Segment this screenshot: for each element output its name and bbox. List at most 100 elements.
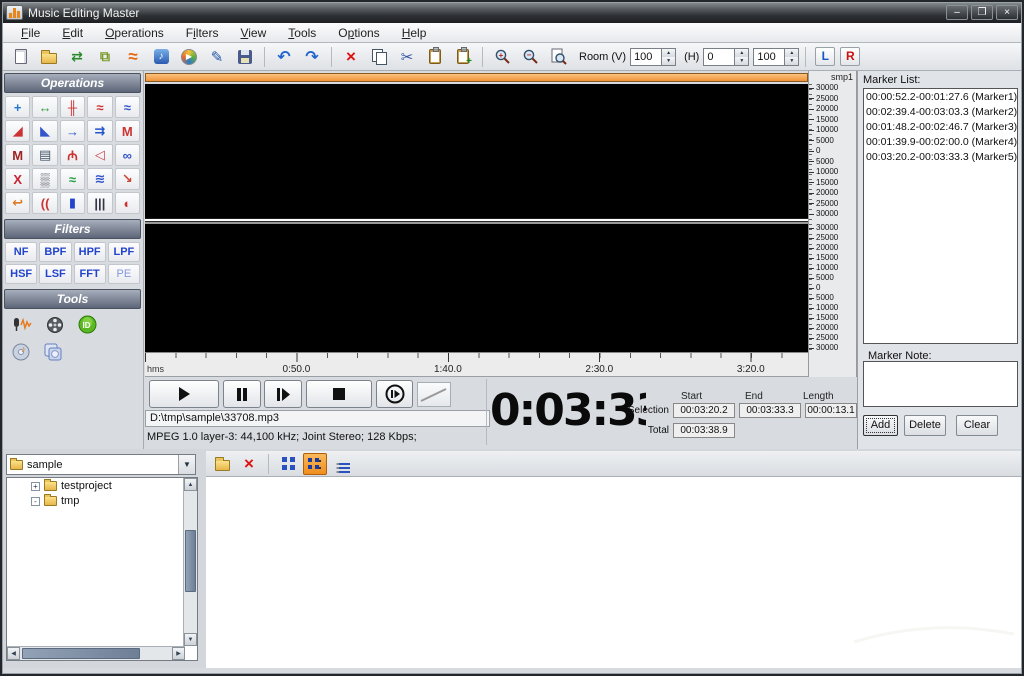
- operation-button-23[interactable]: ▮: [60, 192, 85, 214]
- play-pause-button[interactable]: [264, 380, 302, 408]
- operation-button-13[interactable]: ₼: [60, 144, 85, 166]
- marker-list-item[interactable]: 00:01:39.9-00:02:00.0 (Marker4): [864, 134, 1017, 149]
- marker-clear-button[interactable]: Clear: [956, 415, 998, 436]
- operation-button-14[interactable]: ◁: [87, 144, 112, 166]
- operation-button-16[interactable]: X: [5, 168, 30, 190]
- marker-note-input[interactable]: [863, 361, 1018, 407]
- audio-cd-tool-icon[interactable]: ♪: [12, 343, 30, 364]
- room-h-input[interactable]: 0: [703, 48, 735, 66]
- paste-insert-button[interactable]: +: [450, 45, 476, 69]
- marker-delete-button[interactable]: Delete: [904, 415, 946, 436]
- operation-button-7[interactable]: ◣: [32, 120, 57, 142]
- scroll-right-arrow[interactable]: ▶: [172, 647, 185, 660]
- operation-button-5[interactable]: ≈: [115, 96, 140, 118]
- record-tool-icon[interactable]: [12, 316, 32, 337]
- menu-filters[interactable]: Filters: [175, 24, 230, 42]
- marker-list[interactable]: 00:00:52.2-00:01:27.6 (Marker1)00:02:39.…: [863, 88, 1018, 344]
- id3-tool-icon[interactable]: ID: [78, 315, 97, 337]
- stop-button[interactable]: [306, 380, 372, 408]
- menu-view[interactable]: View: [229, 24, 277, 42]
- operation-button-4[interactable]: ≈: [87, 96, 112, 118]
- undo-button[interactable]: ↶: [271, 45, 297, 69]
- tree-item[interactable]: -tmp: [9, 494, 182, 509]
- scroll-up-arrow[interactable]: ▲: [184, 478, 197, 491]
- zoom-in-button[interactable]: +: [489, 45, 515, 69]
- operation-button-10[interactable]: M: [115, 120, 140, 142]
- room-h-up-arrow[interactable]: ▲: [735, 49, 748, 57]
- room-h-down-arrow[interactable]: ▼: [735, 57, 748, 65]
- open-file-button[interactable]: [36, 45, 62, 69]
- menu-tools[interactable]: Tools: [277, 24, 327, 42]
- operation-button-11[interactable]: M: [5, 144, 30, 166]
- operation-button-21[interactable]: ↩: [5, 192, 30, 214]
- right-channel-button[interactable]: R: [840, 47, 860, 66]
- zoom-fit-button[interactable]: [545, 45, 571, 69]
- waveform-channel-right[interactable]: [145, 224, 808, 352]
- filter-button-nf[interactable]: NF: [5, 242, 37, 262]
- small-icons-view-button[interactable]: [303, 453, 327, 475]
- menu-edit[interactable]: Edit: [51, 24, 94, 42]
- filter-button-fft[interactable]: FFT: [74, 264, 106, 284]
- filter-button-lsf[interactable]: LSF: [39, 264, 71, 284]
- zoom-out-button[interactable]: −: [517, 45, 543, 69]
- play-button[interactable]: [149, 380, 219, 408]
- operation-button-2[interactable]: ↔: [32, 96, 57, 118]
- maximize-button[interactable]: ❐: [971, 5, 993, 20]
- save-button[interactable]: [232, 45, 258, 69]
- pause-button[interactable]: [223, 380, 261, 408]
- room-h2-input[interactable]: 100: [753, 48, 785, 66]
- room-v-down-arrow[interactable]: ▼: [662, 57, 675, 65]
- expand-icon[interactable]: +: [31, 482, 40, 491]
- join-waves-button[interactable]: ≈: [120, 45, 146, 69]
- filter-button-hpf[interactable]: HPF: [74, 242, 106, 262]
- list-delete-button[interactable]: ×: [237, 453, 261, 475]
- room-v-input[interactable]: 100: [630, 48, 662, 66]
- marker-list-item[interactable]: 00:02:39.4-00:03:03.3 (Marker2): [864, 104, 1017, 119]
- minimize-button[interactable]: –: [946, 5, 968, 20]
- room-h2-up-arrow[interactable]: ▲: [785, 49, 798, 57]
- cd-copy-tool-icon[interactable]: [44, 343, 62, 364]
- tree-horizontal-scrollbar[interactable]: ◀ ▶: [7, 646, 185, 660]
- menu-options[interactable]: Options: [327, 24, 390, 42]
- operation-button-19[interactable]: ≋: [87, 168, 112, 190]
- room-h2-down-arrow[interactable]: ▼: [785, 57, 798, 65]
- large-icons-view-button[interactable]: [276, 453, 300, 475]
- operation-button-22[interactable]: ((: [32, 192, 57, 214]
- details-view-button[interactable]: [330, 453, 354, 475]
- marker-add-button[interactable]: Add: [863, 415, 898, 436]
- operation-button-3[interactable]: ╫: [60, 96, 85, 118]
- tree-hscroll-thumb[interactable]: [22, 648, 140, 659]
- collapse-icon[interactable]: -: [31, 497, 40, 506]
- redo-button[interactable]: ↷: [299, 45, 325, 69]
- video-tool-icon[interactable]: [46, 316, 64, 337]
- media-file-button[interactable]: ♪: [148, 45, 174, 69]
- operation-button-18[interactable]: ≈: [60, 168, 85, 190]
- close-button[interactable]: ×: [996, 5, 1018, 20]
- menu-operations[interactable]: Operations: [94, 24, 175, 42]
- list-open-folder-button[interactable]: [210, 453, 234, 475]
- operation-button-9[interactable]: ⇉: [87, 120, 112, 142]
- marker-list-item[interactable]: 00:01:48.2-00:02:46.7 (Marker3): [864, 119, 1017, 134]
- combo-dropdown-arrow[interactable]: ▼: [178, 455, 195, 474]
- tree-vscroll-thumb[interactable]: [185, 530, 196, 592]
- menu-file[interactable]: File: [10, 24, 51, 42]
- paste-button[interactable]: [422, 45, 448, 69]
- operation-button-8[interactable]: →: [60, 120, 85, 142]
- filter-button-bpf[interactable]: BPF: [39, 242, 71, 262]
- menu-help[interactable]: Help: [391, 24, 438, 42]
- filter-button-hsf[interactable]: HSF: [5, 264, 37, 284]
- copy-button[interactable]: [366, 45, 392, 69]
- operation-button-6[interactable]: ◢: [5, 120, 30, 142]
- filter-button-pe[interactable]: PE: [108, 264, 140, 284]
- waveform-channel-left[interactable]: [145, 84, 808, 218]
- folder-combobox[interactable]: sample ▼: [6, 454, 196, 475]
- tree-item[interactable]: +testproject: [9, 479, 182, 494]
- export-button[interactable]: ⇄: [64, 45, 90, 69]
- operation-button-24[interactable]: |||: [87, 192, 112, 214]
- tree-vertical-scrollbar[interactable]: ▲ ▼: [183, 478, 197, 646]
- cut-button[interactable]: ✂: [394, 45, 420, 69]
- operation-button-17[interactable]: ▒: [32, 168, 57, 190]
- player-button[interactable]: ▶: [176, 45, 202, 69]
- operation-button-20[interactable]: ↘: [115, 168, 140, 190]
- operation-button-15[interactable]: ∞: [115, 144, 140, 166]
